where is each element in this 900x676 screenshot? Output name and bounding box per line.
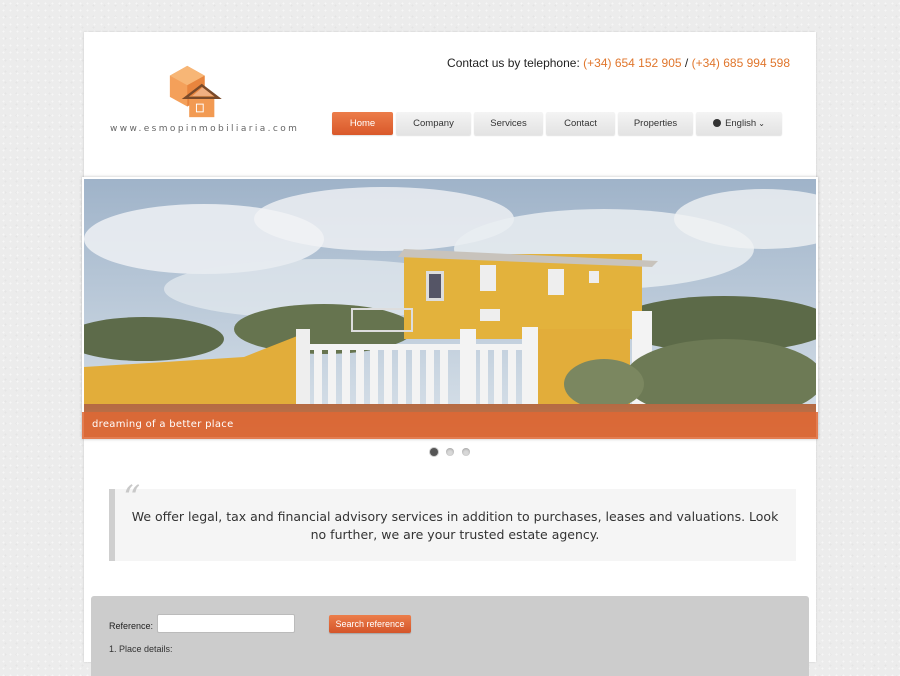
page-container: www.esmopinmobiliaria.com Contact us by …: [82, 32, 818, 676]
phone-link-1[interactable]: (+34) 654 152 905: [583, 56, 681, 70]
nav-contact[interactable]: Contact: [546, 112, 615, 135]
language-label: English: [725, 118, 757, 129]
language-selector[interactable]: English ⌄: [696, 112, 782, 135]
blockquote: “ We offer legal, tax and financial advi…: [109, 481, 796, 561]
slide-caption: dreaming of a better place: [92, 419, 234, 430]
slider-dot-3[interactable]: [462, 448, 470, 456]
nav-properties[interactable]: Properties: [618, 112, 693, 135]
logo-url-text: www.esmopinmobiliaria.com: [110, 124, 300, 134]
phone-link-2[interactable]: (+34) 685 994 598: [692, 56, 790, 70]
site-logo[interactable]: www.esmopinmobiliaria.com: [108, 62, 300, 142]
slider-dot-2[interactable]: [446, 448, 454, 456]
globe-icon: [713, 119, 722, 127]
quote-text: We offer legal, tax and financial adviso…: [131, 509, 779, 542]
slide-caption-bar: dreaming of a better place: [82, 412, 818, 439]
search-reference-button[interactable]: Search reference: [329, 615, 411, 633]
image-slider[interactable]: dreaming of a better place: [82, 177, 818, 439]
place-details-label: 1. Place details:: [109, 644, 173, 654]
slide-image: [84, 179, 816, 437]
chevron-down-icon: ⌄: [758, 119, 765, 128]
slider-dot-1[interactable]: [430, 448, 438, 456]
nav-company[interactable]: Company: [396, 112, 471, 135]
contact-line: Contact us by telephone: (+34) 654 152 9…: [447, 56, 790, 70]
reference-input[interactable]: [157, 614, 295, 633]
contact-prefix: Contact us by telephone:: [447, 56, 580, 70]
house-logo-icon: [169, 65, 222, 118]
phone-separator: /: [681, 56, 692, 70]
nav-services[interactable]: Services: [474, 112, 543, 135]
search-panel: Reference: Search reference 1. Place det…: [91, 596, 809, 676]
reference-label: Reference:: [109, 621, 154, 631]
nav-home[interactable]: Home: [332, 112, 393, 135]
